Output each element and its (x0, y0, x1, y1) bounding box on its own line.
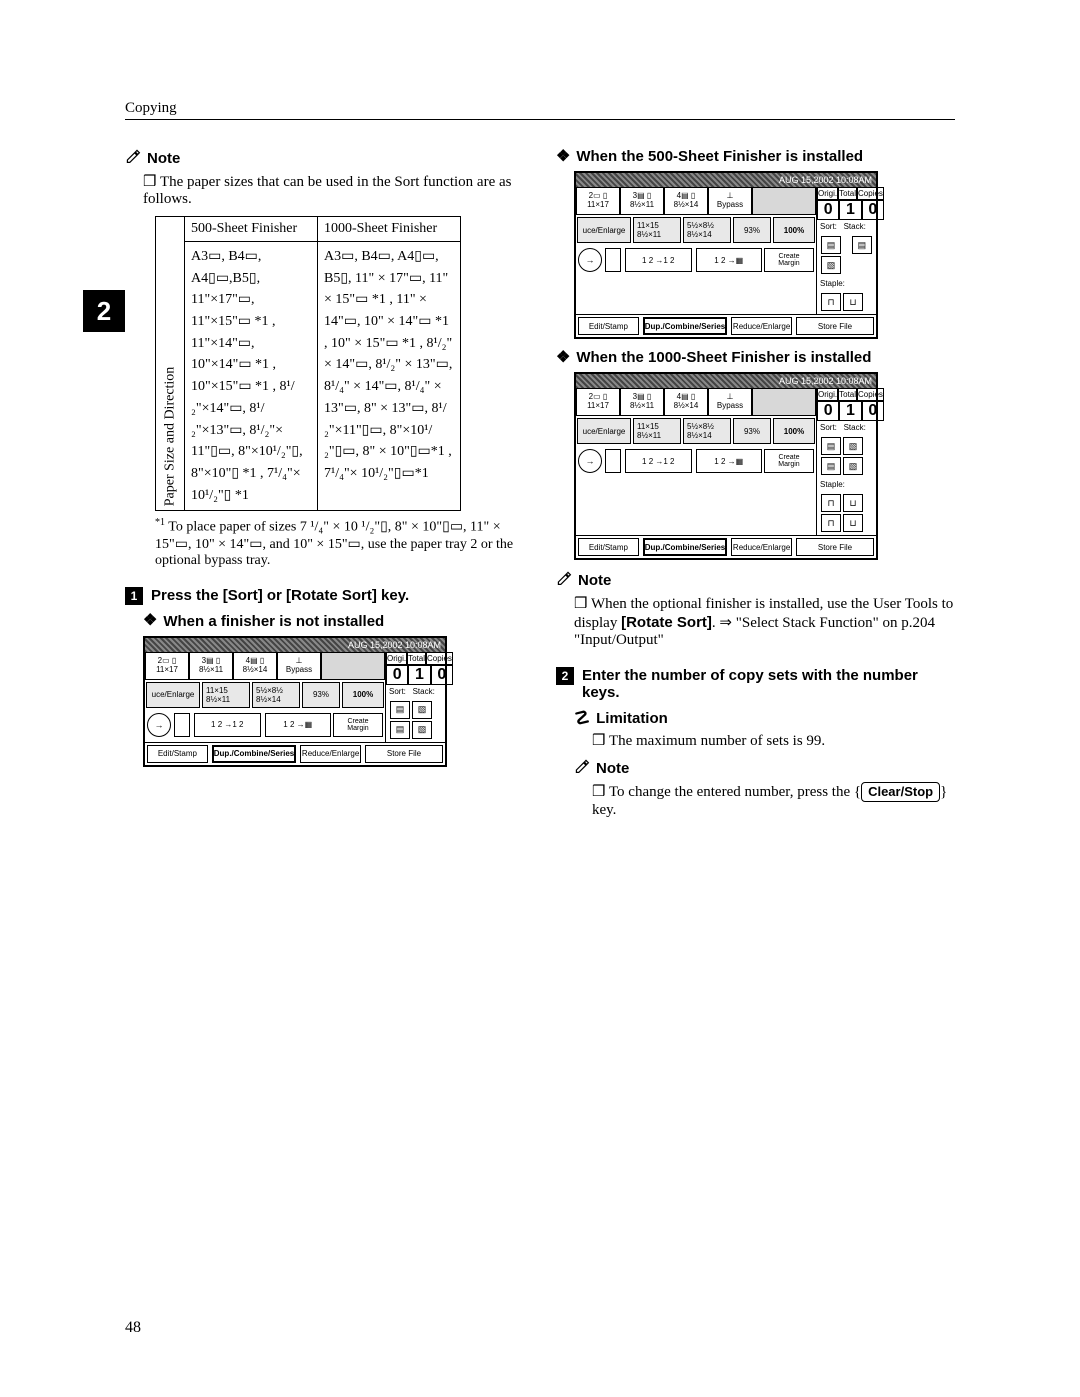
lcd-datetime: AUG 15,2002 10:08AM (576, 173, 876, 187)
note-list-3: To change the entered number, press the … (592, 782, 955, 819)
lcd-datetime: AUG 15,2002 10:08AM (145, 638, 445, 652)
staple-icon-2: ⊔ (843, 293, 863, 311)
footnote-text: To place paper of sizes 7 ¹/₄" × 10 ¹/₂"… (155, 520, 513, 568)
stack-icon: ▤ (852, 236, 872, 254)
diamond-1000: ❖ When the 1000-Sheet Finisher is instal… (556, 349, 955, 366)
pencil-icon (556, 570, 572, 590)
stack-icon-2: ▧ (821, 256, 841, 274)
step-2: 2 Enter the number of copy sets with the… (556, 667, 955, 701)
store-file-btn: Store File (365, 745, 443, 763)
stack-icon-2: ▧ (412, 721, 432, 739)
step-badge-1: 1 (125, 587, 143, 605)
dup-combine-tab: Dup./Combine/Series (212, 745, 296, 763)
create-margin: CreateMargin (333, 713, 383, 737)
note-item: The paper sizes that can be used in the … (143, 172, 524, 208)
stack-icon: ▤ (390, 721, 410, 739)
sort-icon: ▤ (821, 437, 841, 455)
page-number: 48 (125, 1319, 141, 1337)
combine-config-2: 1 2 →▦ (265, 713, 332, 737)
step-badge-2: 2 (556, 667, 574, 685)
note-heading: Note (125, 148, 524, 168)
pencil-icon (125, 148, 141, 168)
note-item-clearstop: To change the entered number, press the … (592, 782, 955, 819)
limitation-icon: ☡ (574, 709, 590, 727)
diamond-icon: ❖ (556, 350, 570, 366)
lcd-500-finisher: AUG 15,2002 10:08AM 2▭ ▯11×17 3▤ ▯8½×11 … (574, 171, 878, 339)
right-column: ❖ When the 500-Sheet Finisher is install… (556, 142, 955, 827)
note-list: The paper sizes that can be used in the … (143, 172, 524, 208)
arrow-icon: → (578, 248, 602, 272)
footnote-marker: *1 (155, 517, 165, 528)
rotate-sort-label: [Rotate Sort] (621, 614, 712, 631)
note-label: Note (147, 150, 180, 167)
diamond-500: ❖ When the 500-Sheet Finisher is install… (556, 148, 955, 165)
diamond-icon: ❖ (143, 613, 157, 629)
lcd-datetime: AUG 15,2002 10:08AM (576, 374, 876, 388)
diamond-nofinisher-label: When a finisher is not installed (163, 613, 384, 630)
diamond-nofinisher: ❖ When a finisher is not installed (143, 613, 524, 630)
table-col2-body: A3▭, B4▭, A4▯▭, B5▯, 11" × 17"▭, 11" × 1… (318, 242, 461, 511)
combine-config-1: 1 2 →1 2 (194, 713, 261, 737)
lcd-no-finisher: AUG 15,2002 10:08AM 2▭ ▯11×17 3▤ ▯8½×11 … (143, 636, 447, 767)
arrow-icon: → (147, 713, 171, 737)
reduce-enlarge-tab: uce/Enlarge (146, 682, 200, 708)
pencil-icon (574, 758, 590, 778)
limitation-heading: ☡ Limitation (574, 709, 955, 727)
left-column: Note The paper sizes that can be used in… (125, 142, 524, 827)
diamond-icon: ❖ (556, 149, 570, 165)
diamond-500-label: When the 500-Sheet Finisher is installed (576, 148, 863, 165)
stack-icon: ▤ (821, 457, 841, 475)
chapter-tab: 2 (83, 290, 125, 332)
diamond-1000-label: When the 1000-Sheet Finisher is installe… (576, 349, 871, 366)
edit-stamp-tab: Edit/Stamp (147, 745, 208, 763)
rotate-sort-icon: ▧ (843, 437, 863, 455)
table-col2-head: 1000-Sheet Finisher (318, 217, 461, 242)
clear-stop-key: Clear/Stop (861, 782, 940, 802)
table-col1-head: 500-Sheet Finisher (185, 217, 318, 242)
note-list-2: When the optional finisher is installed,… (574, 594, 955, 649)
note-label: Note (596, 760, 629, 777)
table-row-header: Paper Size and Direction (156, 217, 185, 511)
sort-icon: ▤ (821, 236, 841, 254)
staple-icon: ⊓ (821, 494, 841, 512)
arrow-icon: → (578, 449, 602, 473)
rotate-sort-icon: ▧ (412, 701, 432, 719)
limitation-item: The maximum number of sets is 99. (592, 731, 955, 750)
step-1-text: Press the [Sort] or [Rotate Sort] key. (151, 587, 409, 604)
lcd-1000-finisher: AUG 15,2002 10:08AM 2▭ ▯11×17 3▤ ▯8½×11 … (574, 372, 878, 560)
table-col1-body: A3▭, B4▭, A4▯▭,B5▯, 11"×17"▭, 11"×15"▭ *… (185, 242, 318, 511)
note-heading-2: Note (556, 570, 955, 590)
footnote: *1 To place paper of sizes 7 ¹/₄" × 10 ¹… (155, 517, 524, 569)
limitation-list: The maximum number of sets is 99. (592, 731, 955, 750)
step-1: 1 Press the [Sort] or [Rotate Sort] key. (125, 587, 524, 605)
note-item-rotate-sort: When the optional finisher is installed,… (574, 594, 955, 649)
note-heading-3: Note (574, 758, 955, 778)
chapter-label: Copying (125, 100, 177, 116)
sort-icon: ▤ (390, 701, 410, 719)
reduce-enlarge-btn: Reduce/Enlarge (300, 745, 361, 763)
staple-icon: ⊓ (821, 293, 841, 311)
stack-icon-2: ▧ (843, 457, 863, 475)
step-2-text: Enter the number of copy sets with the n… (582, 667, 955, 701)
note-label: Note (578, 572, 611, 589)
page-header: Copying (125, 100, 955, 120)
paper-size-table: Paper Size and Direction 500-Sheet Finis… (155, 216, 461, 511)
limitation-label: Limitation (596, 710, 668, 727)
